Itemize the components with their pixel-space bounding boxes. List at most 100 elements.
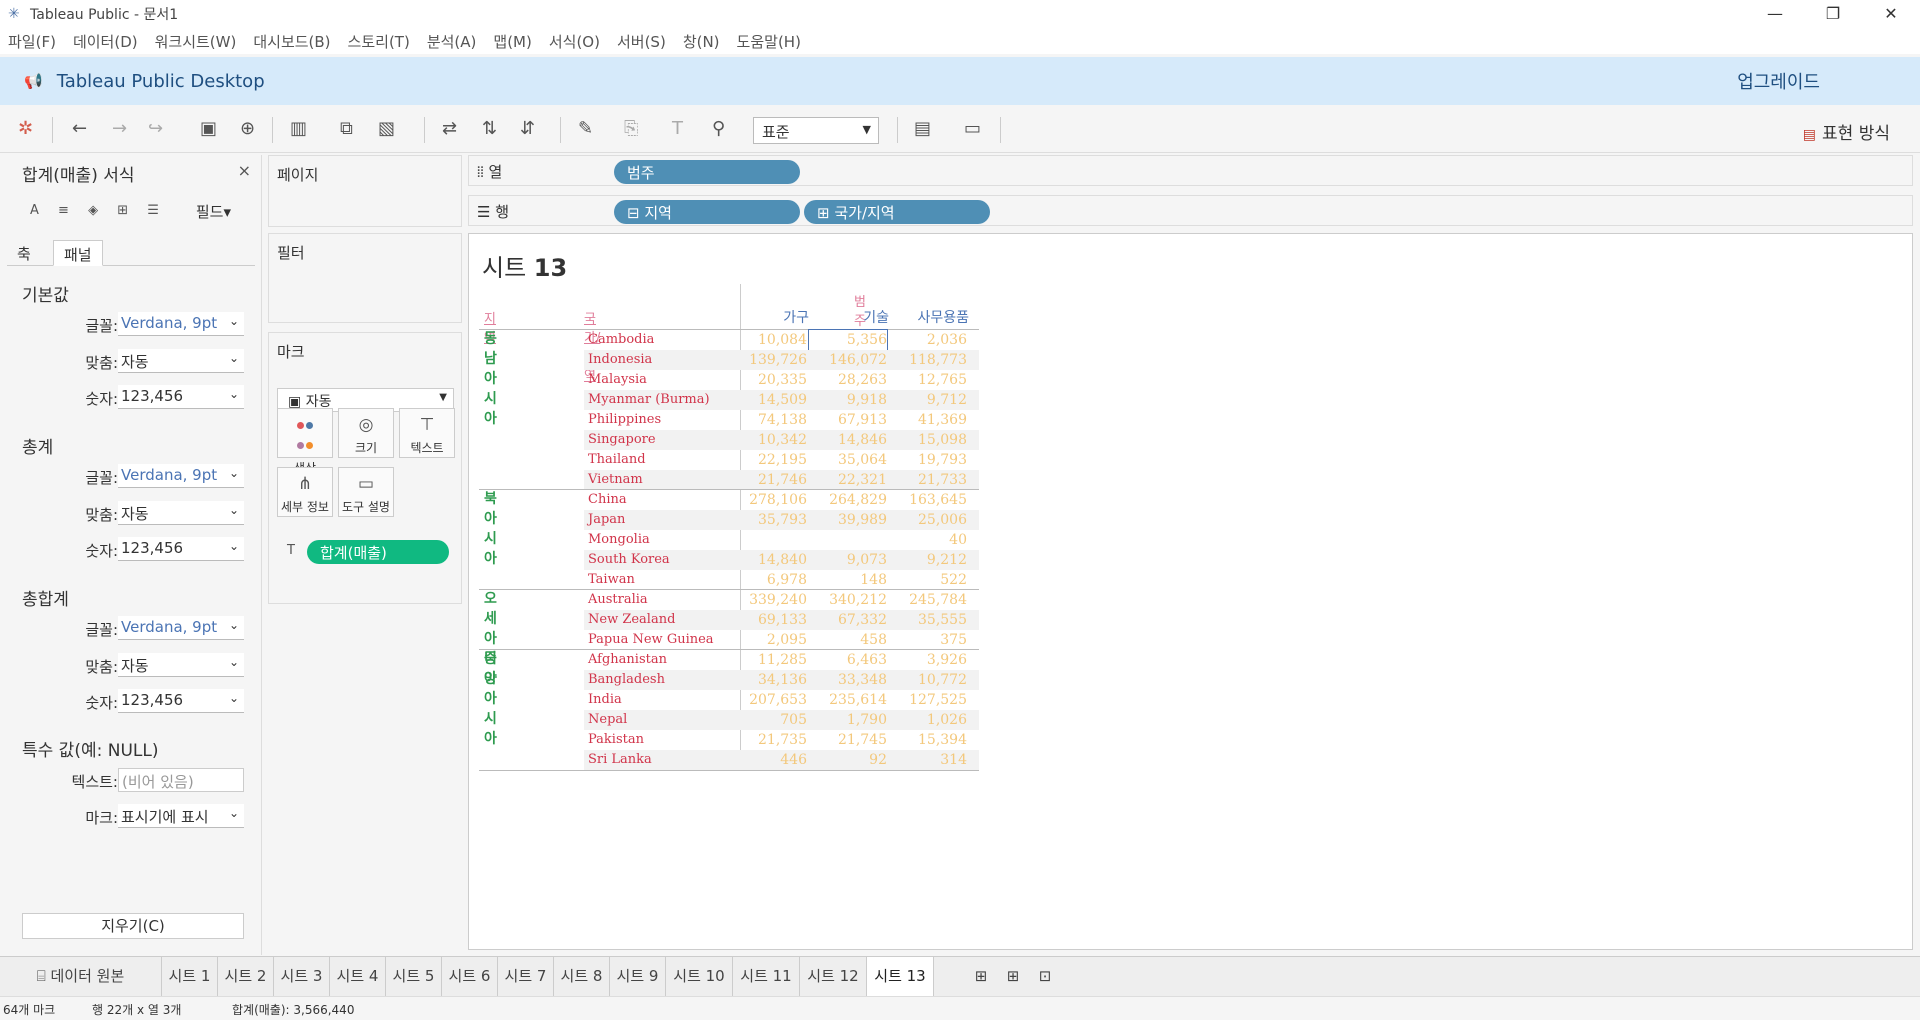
number-select[interactable]: 123,456 ⌄ — [118, 385, 244, 409]
rows-shelf[interactable]: ☰ 행 ⊟ 지역 ⊞ 국가/지역 — [468, 195, 1913, 226]
region-pill[interactable]: ⊟ 지역 — [614, 200, 800, 224]
shading-icon[interactable]: ◈ — [88, 203, 98, 218]
tooltip-button[interactable]: ▭ 도구 설명 — [338, 467, 394, 517]
table-row[interactable]: New Zealand 69,133 67,332 35,555 — [584, 610, 979, 630]
tableau-home-icon[interactable]: ✲ — [18, 119, 33, 139]
replay-icon[interactable]: ↪ — [148, 119, 163, 139]
borders-icon[interactable]: ⊞ — [117, 203, 128, 218]
redo-icon[interactable]: → — [112, 119, 127, 139]
datasource-tab[interactable]: ⌸ 데이터 원본 — [0, 957, 162, 997]
sheet-tab[interactable]: 시트 6 — [442, 957, 498, 997]
table-row[interactable]: Japan 35,793 39,989 25,006 — [584, 510, 979, 530]
sheet-tab[interactable]: 시트 11 — [733, 957, 800, 997]
table-row[interactable]: Singapore 10,342 14,846 15,098 — [584, 430, 979, 450]
show-me-button[interactable]: ▤ 표현 방식 — [1803, 119, 1890, 144]
undo-icon[interactable]: ← — [72, 119, 87, 139]
menu-story[interactable]: 스토리(T) — [348, 31, 410, 52]
table-row[interactable]: South Korea 14,840 9,073 9,212 — [584, 550, 979, 570]
number-select[interactable]: 123,456 ⌄ — [118, 537, 244, 561]
pin-icon[interactable]: ⚲ — [712, 119, 725, 139]
table-row[interactable]: Vietnam 21,746 22,321 21,733 — [584, 470, 979, 490]
sheet-tab[interactable]: 시트 13 — [867, 957, 934, 997]
alignment-icon[interactable]: ≡ — [58, 203, 69, 218]
table-row[interactable]: Pakistan 21,735 21,745 15,394 — [584, 730, 979, 750]
clear-button[interactable]: 지우기(C) — [22, 913, 244, 939]
restore-icon[interactable]: ❐ — [1804, 0, 1862, 28]
sheet-tab[interactable]: 시트 1 — [162, 957, 218, 997]
worksheet-view[interactable]: 시트 13 범주지역국가/지역가구기술사무용품동남아시아Cambodia10,0… — [468, 233, 1913, 950]
tab-axis[interactable]: 축 — [7, 240, 41, 266]
save-icon[interactable]: ▣ — [200, 119, 217, 139]
swap-icon[interactable]: ⇄ — [442, 119, 457, 139]
color-button[interactable]: 색상 — [277, 408, 333, 475]
special-text-input[interactable]: (비어 있음) — [118, 768, 244, 792]
sheet-title[interactable]: 시트 13 — [482, 248, 567, 283]
sheet-tab[interactable]: 시트 4 — [330, 957, 386, 997]
menu-map[interactable]: 맵(M) — [493, 31, 531, 52]
pages-card[interactable]: 페이지 — [268, 155, 462, 227]
labels-icon[interactable]: T — [672, 119, 683, 139]
category-pill[interactable]: 범주 — [614, 160, 800, 184]
presentation-icon[interactable]: ▭ — [964, 119, 981, 139]
table-row[interactable]: Myanmar (Burma) 14,509 9,918 9,712 — [584, 390, 979, 410]
table-row[interactable]: Philippines 74,138 67,913 41,369 — [584, 410, 979, 430]
sheet-tab[interactable]: 시트 3 — [274, 957, 330, 997]
table-row[interactable]: Sri Lanka 446 92 314 — [584, 750, 979, 770]
columns-shelf[interactable]: ⦙⦙ 열 범주 — [468, 155, 1913, 186]
sum-sales-pill[interactable]: 합계(매출) — [307, 540, 449, 564]
sheet-tab[interactable]: 시트 12 — [800, 957, 867, 997]
lines-icon[interactable]: ☰ — [147, 203, 159, 218]
detail-button[interactable]: ⋔ 세부 정보 — [277, 467, 333, 517]
menu-worksheet[interactable]: 워크시트(W) — [155, 31, 237, 52]
sheet-tab[interactable]: 시트 5 — [386, 957, 442, 997]
new-sheet-icon[interactable]: ▥ — [290, 119, 307, 139]
sheet-tab[interactable]: 시트 10 — [666, 957, 733, 997]
table-row[interactable]: Bangladesh 34,136 33,348 10,772 — [584, 670, 979, 690]
menu-data[interactable]: 데이터(D) — [73, 31, 138, 52]
table-row[interactable]: Nepal 705 1,790 1,026 — [584, 710, 979, 730]
table-row[interactable]: China 278,106 264,829 163,645 — [584, 490, 979, 510]
new-worksheet-icon[interactable]: ⊞ — [966, 957, 996, 997]
fit-select[interactable]: 표준 ▼ — [753, 117, 879, 144]
close-icon[interactable]: ✕ — [1862, 0, 1920, 28]
special-mark-select[interactable]: 표시기에 표시 ⌄ — [118, 804, 244, 828]
sheet-tab[interactable]: 시트 9 — [610, 957, 666, 997]
table-row[interactable]: Thailand 22,195 35,064 19,793 — [584, 450, 979, 470]
country-pill[interactable]: ⊞ 국가/지역 — [804, 200, 990, 224]
fields-dropdown[interactable]: 필드▾ — [196, 201, 231, 222]
font-select[interactable]: Verdana, 9pt ⌄ — [118, 616, 244, 640]
menu-format[interactable]: 서식(O) — [549, 31, 600, 52]
table-row[interactable]: Cambodia 10,084 5,356 2,036 — [584, 329, 979, 351]
align-select[interactable]: 자동 ⌄ — [118, 349, 244, 373]
menu-analysis[interactable]: 분석(A) — [427, 31, 477, 52]
minimize-icon[interactable]: — — [1746, 0, 1804, 28]
table-row[interactable]: Mongolia 40 — [584, 530, 979, 550]
filters-card[interactable]: 필터 — [268, 233, 462, 323]
table-row[interactable]: Papua New Guinea 2,095 458 375 — [584, 630, 979, 650]
menu-dashboard[interactable]: 대시보드(B) — [253, 31, 330, 52]
size-button[interactable]: ◎ 크기 — [338, 408, 394, 458]
font-select[interactable]: Verdana, 9pt ⌄ — [118, 464, 244, 488]
duplicate-sheet-icon[interactable]: ⧉ — [340, 119, 353, 139]
align-select[interactable]: 자동 ⌄ — [118, 501, 244, 525]
sort-asc-icon[interactable]: ⇅ — [482, 119, 497, 139]
table-row[interactable]: Malaysia 20,335 28,263 12,765 — [584, 370, 979, 390]
table-row[interactable]: Afghanistan 11,285 6,463 3,926 — [584, 650, 979, 670]
menu-help[interactable]: 도움말(H) — [737, 31, 801, 52]
sheet-tab[interactable]: 시트 2 — [218, 957, 274, 997]
text-button[interactable]: ⊤ 텍스트 — [399, 408, 455, 458]
cards-icon[interactable]: ▤ — [914, 119, 931, 139]
font-icon[interactable]: A — [30, 203, 39, 218]
tab-pane[interactable]: 패널 — [53, 240, 103, 266]
add-datasource-icon[interactable]: ⊕ — [240, 119, 255, 139]
menu-window[interactable]: 창(N) — [683, 31, 720, 52]
group-icon[interactable]: ⎘ — [624, 119, 638, 139]
sort-desc-icon[interactable]: ⇵ — [520, 119, 535, 139]
font-select[interactable]: Verdana, 9pt ⌄ — [118, 312, 244, 336]
new-story-icon[interactable]: ⊡ — [1030, 957, 1060, 997]
new-dashboard-icon[interactable]: ⊞ — [998, 957, 1028, 997]
table-row[interactable]: Australia 339,240 340,212 245,784 — [584, 590, 979, 610]
sheet-tab[interactable]: 시트 7 — [498, 957, 554, 997]
align-select[interactable]: 자동 ⌄ — [118, 653, 244, 677]
upgrade-link[interactable]: 업그레이드 — [1737, 68, 1820, 94]
